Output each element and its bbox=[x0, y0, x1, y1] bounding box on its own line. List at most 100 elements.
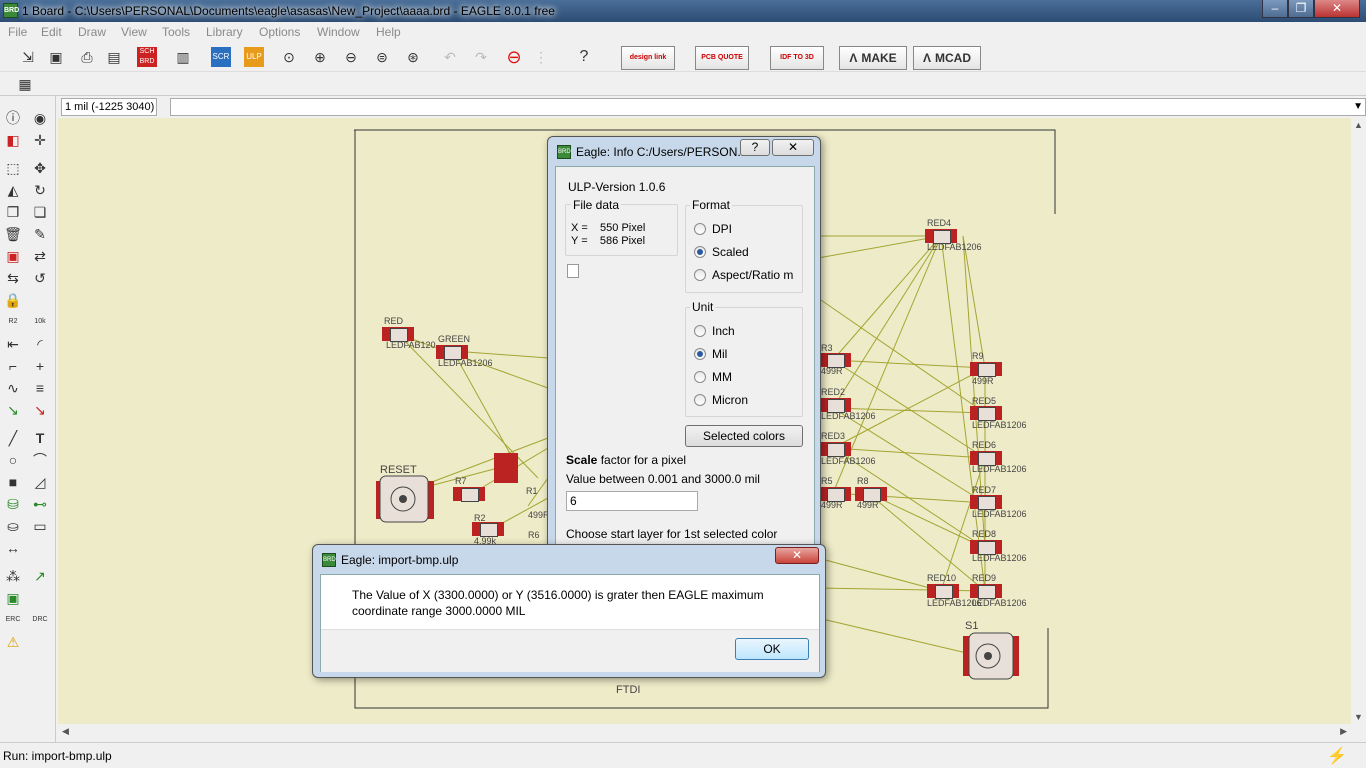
optimize-icon[interactable]: + bbox=[30, 356, 50, 376]
drc-icon[interactable]: DRC bbox=[30, 610, 50, 630]
vertical-scrollbar[interactable]: ▲ ▼ bbox=[1351, 118, 1366, 724]
pad-r3[interactable] bbox=[819, 353, 851, 368]
hole-icon[interactable]: ⛀ bbox=[3, 516, 23, 536]
via-icon[interactable]: ⛁ bbox=[3, 494, 23, 514]
pad-red2[interactable] bbox=[819, 398, 851, 413]
pad-red6[interactable] bbox=[970, 451, 1002, 466]
menu-options[interactable]: Options bbox=[259, 25, 300, 39]
horizontal-scrollbar[interactable]: ◀ ▶ bbox=[58, 724, 1351, 741]
format-scaled-radio[interactable]: Scaled bbox=[694, 245, 749, 259]
select-icon[interactable]: ⬚ bbox=[3, 158, 23, 178]
multi-route-icon[interactable]: ≡ bbox=[30, 378, 50, 398]
pad-red10[interactable] bbox=[927, 584, 959, 599]
delete-icon[interactable]: 🗑 bbox=[3, 224, 23, 244]
scale-value-input[interactable]: 6 bbox=[566, 491, 698, 511]
format-dpi-radio[interactable]: DPI bbox=[694, 222, 732, 236]
unit-mm-radio[interactable]: MM bbox=[694, 370, 732, 384]
design-link-button[interactable]: design link bbox=[621, 46, 675, 70]
pad-red4[interactable] bbox=[925, 229, 957, 244]
pad-r8[interactable] bbox=[855, 487, 887, 502]
copy-icon[interactable]: ❐ bbox=[3, 202, 23, 222]
ulp-icon[interactable]: ULP bbox=[244, 47, 264, 67]
cam-icon[interactable]: ▤ bbox=[104, 47, 124, 67]
menu-help[interactable]: Help bbox=[376, 25, 401, 39]
selected-colors-button[interactable]: Selected colors bbox=[685, 425, 803, 447]
warning-icon[interactable]: ⚠ bbox=[3, 632, 23, 652]
pad-r5[interactable] bbox=[819, 487, 851, 502]
zoom-in-icon[interactable]: ⊕ bbox=[310, 47, 330, 67]
route-icon[interactable]: ↘ bbox=[3, 400, 23, 420]
sch-brd-switch-icon[interactable]: SCH BRD bbox=[137, 47, 157, 67]
error-dialog-titlebar[interactable]: BRD Eagle: import-bmp.ulp ✕ bbox=[313, 545, 825, 573]
help-button[interactable]: ? bbox=[740, 139, 770, 156]
scroll-down-icon[interactable]: ▼ bbox=[1354, 712, 1363, 722]
pad-red8[interactable] bbox=[970, 540, 1002, 555]
pad-r2[interactable] bbox=[472, 522, 504, 537]
error-dialog-close-button[interactable]: ✕ bbox=[775, 547, 819, 564]
ok-button[interactable]: OK bbox=[735, 638, 809, 660]
command-line-input[interactable]: ▼ bbox=[170, 98, 1366, 116]
move-icon[interactable]: ✥ bbox=[30, 158, 50, 178]
scroll-up-icon[interactable]: ▲ bbox=[1354, 120, 1363, 130]
open-icon[interactable]: ⇲ bbox=[18, 47, 38, 67]
undo-icon[interactable]: ↶ bbox=[440, 47, 460, 67]
miter-icon[interactable]: ◜ bbox=[30, 334, 50, 354]
save-icon[interactable]: ▣ bbox=[46, 47, 66, 67]
pad-red5[interactable] bbox=[970, 406, 1002, 421]
mark-icon[interactable]: ✛ bbox=[30, 130, 50, 150]
lock-icon[interactable]: 🔒 bbox=[3, 290, 23, 310]
pad-green[interactable] bbox=[436, 345, 468, 360]
info-dialog-close-button[interactable]: ✕ bbox=[772, 139, 814, 156]
gateswap-icon[interactable]: ↺ bbox=[30, 268, 50, 288]
info-dialog-titlebar[interactable]: BRD Eagle: Info C:/Users/PERSON... ? ✕ bbox=[548, 137, 820, 165]
lightning-icon[interactable]: ⚡ bbox=[1327, 746, 1347, 766]
menu-file[interactable]: File bbox=[8, 25, 27, 39]
go-icon[interactable]: ⋮ bbox=[531, 47, 551, 67]
scroll-right-icon[interactable]: ▶ bbox=[1340, 726, 1347, 737]
info-icon[interactable]: ⓘ bbox=[3, 108, 23, 128]
menu-edit[interactable]: Edit bbox=[41, 25, 62, 39]
pad-red7[interactable] bbox=[970, 495, 1002, 510]
eye-icon[interactable]: ◉ bbox=[30, 108, 50, 128]
help-icon[interactable]: ? bbox=[574, 47, 594, 67]
pcb-quote-button[interactable]: PCB QUOTE bbox=[695, 46, 749, 70]
split-icon[interactable]: ⌐ bbox=[3, 356, 23, 376]
zoom-redraw-icon[interactable]: ⊜ bbox=[372, 47, 392, 67]
idf-to-3d-button[interactable]: IDF TO 3D bbox=[770, 46, 824, 70]
script-icon[interactable]: SCR bbox=[211, 47, 231, 67]
meander-icon[interactable]: ∿ bbox=[3, 378, 23, 398]
print-icon[interactable]: ⎙ bbox=[77, 47, 97, 67]
zoom-select-icon[interactable]: ⊛ bbox=[403, 47, 423, 67]
circle-icon[interactable]: ○ bbox=[3, 450, 23, 470]
pad-red3[interactable] bbox=[819, 442, 851, 457]
mcad-button[interactable]: Ʌ MCAD bbox=[913, 46, 981, 70]
auto-icon[interactable]: ▣ bbox=[3, 588, 23, 608]
paste-icon[interactable]: ❏ bbox=[30, 202, 50, 222]
polygon-icon[interactable]: ◿ bbox=[30, 472, 50, 492]
pad-red9[interactable] bbox=[970, 584, 1002, 599]
add-part-icon[interactable]: ▣ bbox=[3, 246, 23, 266]
redo-icon[interactable]: ↷ bbox=[471, 47, 491, 67]
unit-inch-radio[interactable]: Inch bbox=[694, 324, 735, 338]
close-button[interactable]: ✕ bbox=[1314, 0, 1360, 18]
attribute-icon[interactable]: ▭ bbox=[30, 516, 50, 536]
maximize-button[interactable]: ❐ bbox=[1288, 0, 1314, 18]
minimize-button[interactable]: – bbox=[1262, 0, 1288, 18]
menu-view[interactable]: View bbox=[121, 25, 147, 39]
erc-icon[interactable]: ERC bbox=[3, 610, 23, 630]
wire-icon[interactable]: ╱ bbox=[3, 428, 23, 448]
unit-micron-radio[interactable]: Micron bbox=[694, 393, 748, 407]
layers-icon[interactable]: ◧ bbox=[3, 130, 23, 150]
ripup-icon[interactable]: ↘ bbox=[30, 400, 50, 420]
stop-icon[interactable]: ⊖ bbox=[504, 47, 524, 67]
pad-r9[interactable] bbox=[970, 362, 1002, 377]
mirror-icon[interactable]: ◭ bbox=[3, 180, 23, 200]
rect-icon[interactable]: ■ bbox=[3, 472, 23, 492]
menu-window[interactable]: Window bbox=[317, 25, 360, 39]
wrench-icon[interactable]: ✎ bbox=[30, 224, 50, 244]
format-aspect-radio[interactable]: Aspect/Ratio m bbox=[694, 268, 793, 282]
scroll-left-icon[interactable]: ◀ bbox=[62, 726, 69, 737]
ratsnest-icon[interactable]: ⁂ bbox=[3, 566, 23, 586]
swap-icon[interactable]: ⇆ bbox=[3, 268, 23, 288]
menu-library[interactable]: Library bbox=[206, 25, 243, 39]
